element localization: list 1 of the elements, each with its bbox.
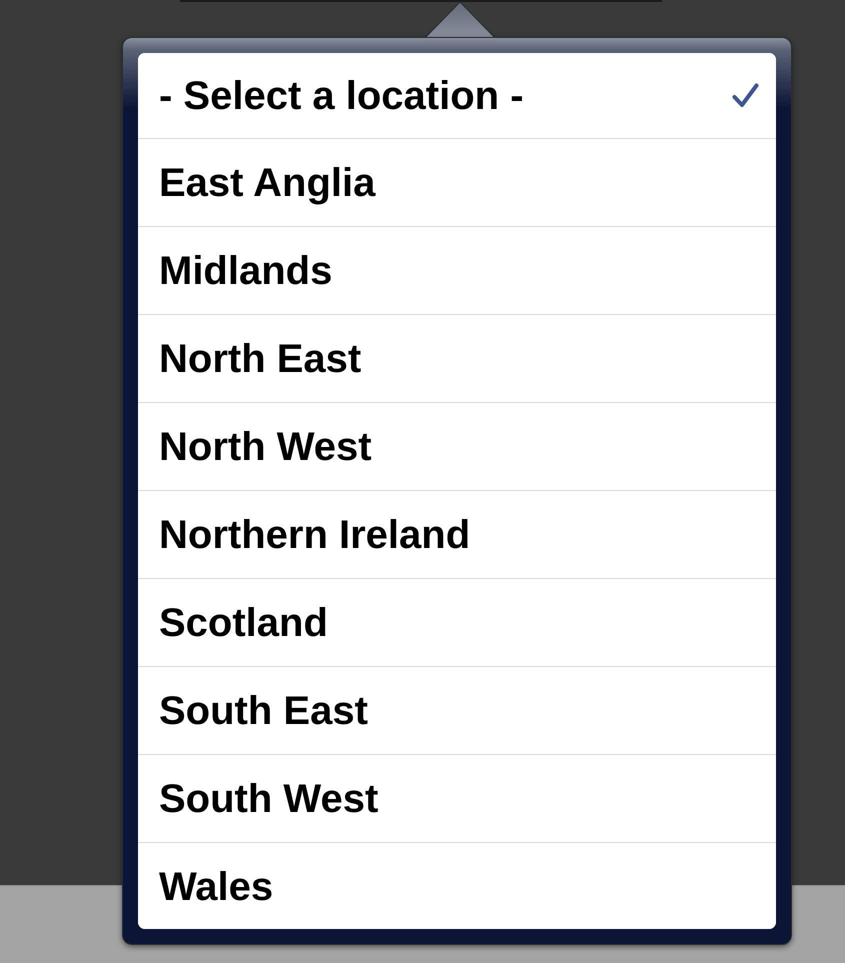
list-item[interactable]: - Select a location - — [138, 53, 776, 139]
